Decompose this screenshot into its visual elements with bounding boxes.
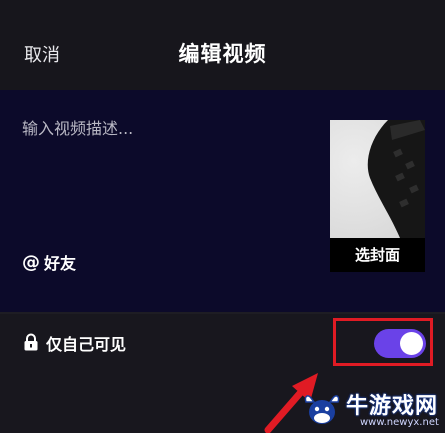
- watermark-name: 牛游戏网: [346, 394, 439, 419]
- video-edit-panel: @ 好友 选封面: [0, 90, 445, 312]
- highlight-box: [333, 318, 433, 366]
- mention-friends-label: 好友: [44, 254, 77, 273]
- mention-friends-button[interactable]: @ 好友: [22, 250, 76, 274]
- select-cover-button[interactable]: 选封面: [330, 238, 425, 272]
- bull-logo-icon: [304, 395, 340, 424]
- top-bar: 取消 编辑视频: [0, 0, 445, 90]
- cover-thumbnail: [330, 120, 425, 238]
- cover-selector[interactable]: 选封面: [330, 120, 425, 272]
- video-description-input[interactable]: [22, 116, 312, 140]
- watermark: 牛游戏网 www.newyx.net: [300, 386, 445, 433]
- page-title: 编辑视频: [178, 42, 267, 66]
- at-icon: @: [22, 251, 40, 273]
- watermark-url: www.newyx.net: [360, 417, 439, 428]
- private-visibility-label: 仅自己可见: [46, 335, 127, 354]
- lock-icon: [24, 333, 38, 351]
